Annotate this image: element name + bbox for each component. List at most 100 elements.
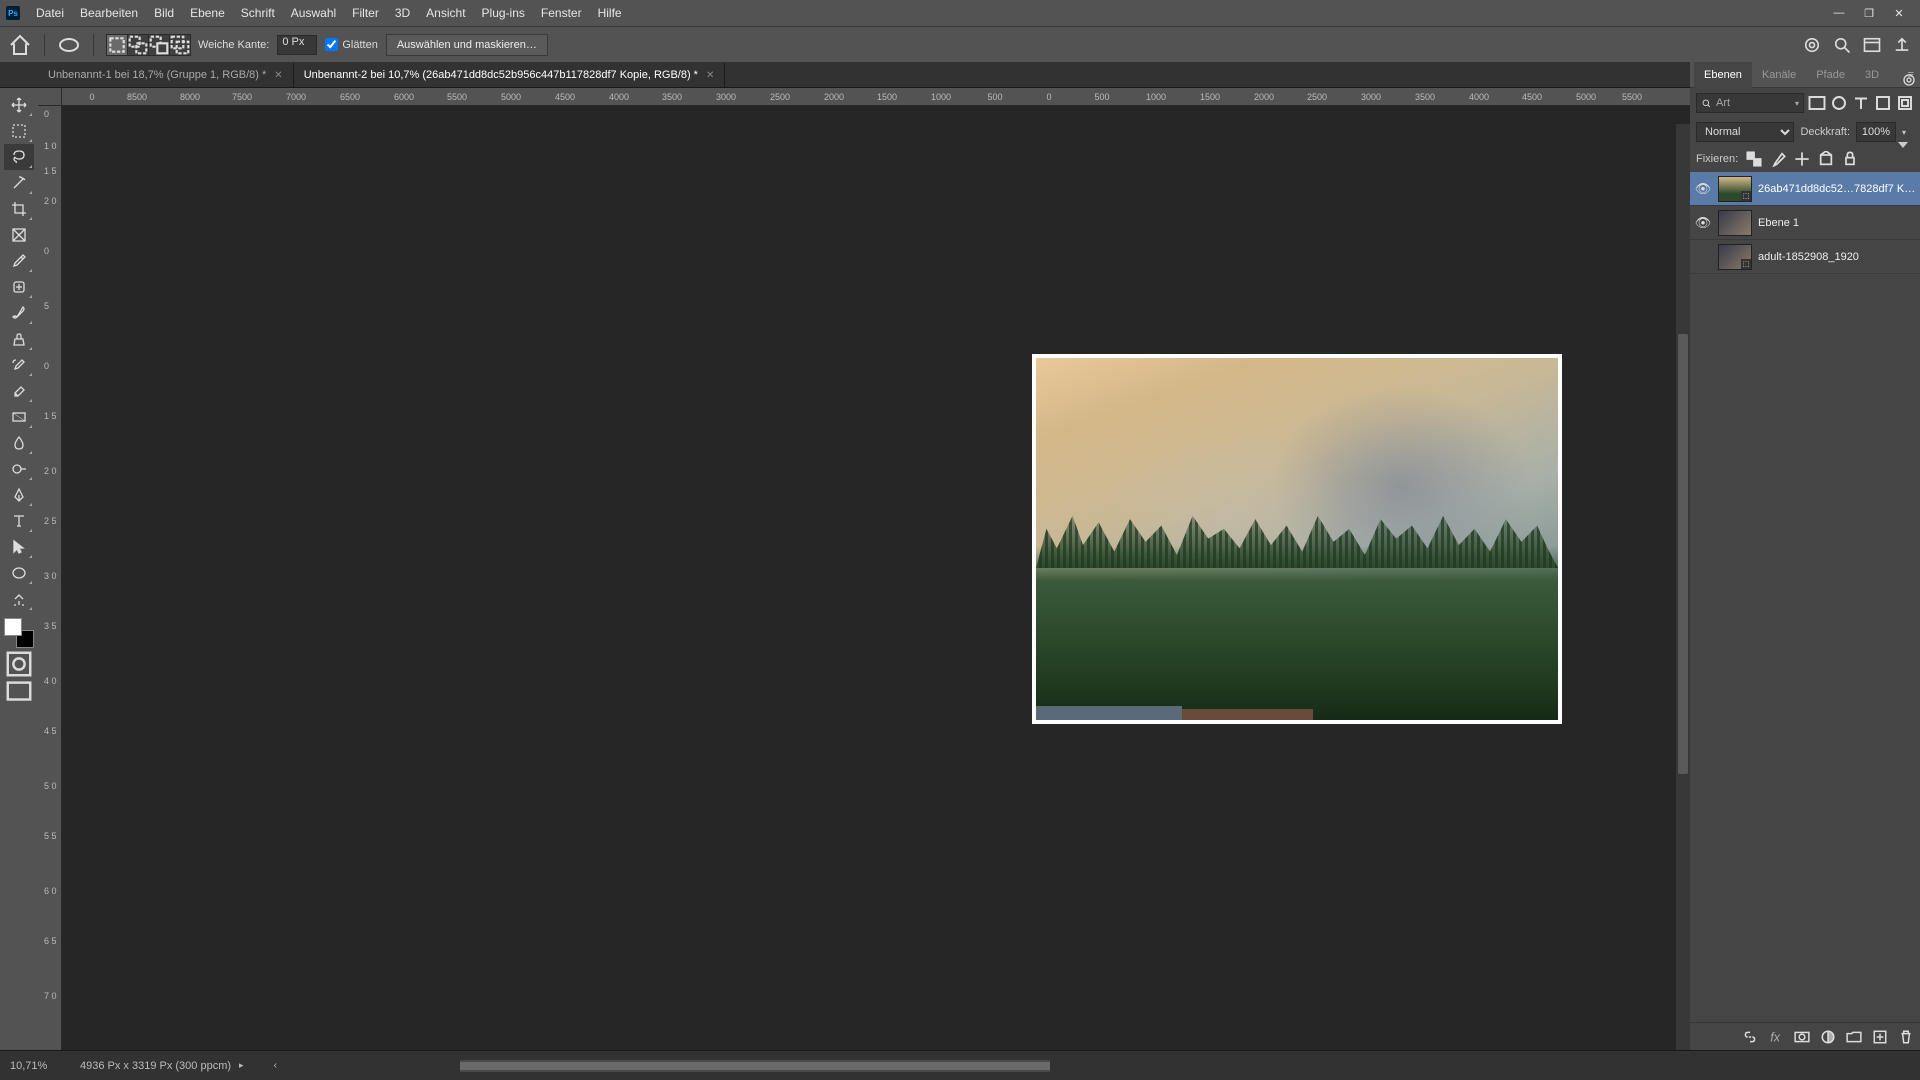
- panel-tab-ebenen[interactable]: Ebenen: [1694, 62, 1752, 88]
- menu-filter[interactable]: Filter: [344, 6, 387, 20]
- lock-position-icon[interactable]: [1794, 151, 1810, 167]
- hand-tool[interactable]: [4, 586, 34, 612]
- lock-all-icon[interactable]: [1842, 151, 1858, 167]
- lock-nested-icon[interactable]: [1818, 151, 1834, 167]
- dodge-tool[interactable]: [4, 456, 34, 482]
- cloud-docs-icon[interactable]: [1802, 35, 1822, 55]
- quick-mask-toggle[interactable]: [4, 652, 34, 676]
- window-close-button[interactable]: ✕: [1884, 7, 1914, 20]
- menu-bearbeiten[interactable]: Bearbeiten: [72, 6, 146, 20]
- window-restore-button[interactable]: ❐: [1854, 7, 1884, 20]
- crop-tool[interactable]: [4, 196, 34, 222]
- screen-mode-toggle[interactable]: [4, 680, 34, 704]
- color-swatches[interactable]: [4, 618, 34, 648]
- blend-mode-select[interactable]: Normal: [1696, 122, 1794, 142]
- canvas-image[interactable]: [1032, 354, 1562, 724]
- menu-auswahl[interactable]: Auswahl: [283, 6, 344, 20]
- filter-type-icon[interactable]: [1852, 94, 1870, 112]
- opacity-dropdown-arrow[interactable]: ▾: [1902, 128, 1914, 137]
- selection-intersect-button[interactable]: [169, 34, 191, 56]
- lock-pixels-icon[interactable]: [1770, 151, 1786, 167]
- layer-visibility-toggle[interactable]: 👁: [1694, 181, 1712, 197]
- history-brush-tool[interactable]: [4, 352, 34, 378]
- opacity-slider-handle[interactable]: [1898, 142, 1908, 148]
- magic-wand-tool[interactable]: [4, 170, 34, 196]
- horizontal-ruler[interactable]: 0850080007500700065006000550050004500400…: [62, 88, 1690, 106]
- selection-add-button[interactable]: [127, 34, 149, 56]
- path-selection-tool[interactable]: [4, 534, 34, 560]
- panel-tab-kanaele[interactable]: Kanäle: [1752, 62, 1806, 88]
- blur-tool[interactable]: [4, 430, 34, 456]
- layer-thumbnail[interactable]: ⬚: [1718, 244, 1752, 270]
- panel-tab-3d[interactable]: 3D: [1855, 62, 1889, 88]
- type-tool[interactable]: [4, 508, 34, 534]
- close-icon[interactable]: ✕: [706, 70, 714, 81]
- brush-tool[interactable]: [4, 300, 34, 326]
- eraser-tool[interactable]: [4, 378, 34, 404]
- antialias-checkbox[interactable]: [325, 38, 338, 51]
- clone-stamp-tool[interactable]: [4, 326, 34, 352]
- status-info-arrow[interactable]: ▸: [239, 1060, 244, 1071]
- healing-brush-tool[interactable]: [4, 274, 34, 300]
- share-icon[interactable]: [1892, 35, 1912, 55]
- workspace-icon[interactable]: [1862, 35, 1882, 55]
- move-tool[interactable]: [4, 92, 34, 118]
- layer-row-1[interactable]: 👁 Ebene 1: [1690, 206, 1920, 240]
- layer-thumbnail[interactable]: [1718, 210, 1752, 236]
- shape-tool[interactable]: [4, 560, 34, 586]
- menu-bild[interactable]: Bild: [146, 6, 182, 20]
- menu-fenster[interactable]: Fenster: [533, 6, 590, 20]
- ruler-origin[interactable]: [38, 88, 62, 106]
- lock-transparent-icon[interactable]: [1746, 151, 1762, 167]
- menu-plugins[interactable]: Plug-ins: [474, 6, 533, 20]
- marquee-tool[interactable]: [4, 118, 34, 144]
- menu-datei[interactable]: Datei: [28, 6, 72, 20]
- foreground-color[interactable]: [4, 618, 22, 636]
- status-zoom[interactable]: 10,71%: [10, 1060, 70, 1072]
- link-layers-icon[interactable]: [1742, 1029, 1758, 1045]
- lasso-tool[interactable]: [4, 144, 34, 170]
- canvas-vertical-scrollbar[interactable]: [1676, 124, 1690, 1050]
- layer-thumbnail[interactable]: ⬚: [1718, 176, 1752, 202]
- menu-ansicht[interactable]: Ansicht: [418, 6, 473, 20]
- filter-shape-icon[interactable]: [1874, 94, 1892, 112]
- layer-row-0[interactable]: 👁 ⬚ 26ab471dd8dc52…7828df7 Kopie: [1690, 172, 1920, 206]
- document-tab-2[interactable]: Unbenannt-2 bei 10,7% (26ab471dd8dc52b95…: [294, 63, 726, 87]
- layer-mask-icon[interactable]: [1794, 1029, 1810, 1045]
- adjustment-layer-icon[interactable]: [1820, 1029, 1836, 1045]
- menu-schrift[interactable]: Schrift: [233, 6, 283, 20]
- horizontal-scrollbar[interactable]: [460, 1060, 1050, 1072]
- tool-preset-dropdown[interactable]: [57, 33, 81, 57]
- filter-adjustment-icon[interactable]: [1830, 94, 1848, 112]
- filter-pixel-icon[interactable]: [1808, 94, 1826, 112]
- layer-row-2[interactable]: ⬚ adult-1852908_1920: [1690, 240, 1920, 274]
- collapsed-panel-icon[interactable]: [1901, 72, 1917, 93]
- canvas-area[interactable]: [62, 106, 1690, 1050]
- window-minimize-button[interactable]: —: [1824, 7, 1854, 19]
- home-button[interactable]: [8, 33, 32, 57]
- layer-name[interactable]: 26ab471dd8dc52…7828df7 Kopie: [1758, 183, 1916, 195]
- new-group-icon[interactable]: [1846, 1029, 1862, 1045]
- document-tab-1[interactable]: Unbenannt-1 bei 18,7% (Gruppe 1, RGB/8) …: [38, 63, 294, 87]
- menu-hilfe[interactable]: Hilfe: [590, 6, 630, 20]
- opacity-value[interactable]: 100%: [1856, 122, 1896, 142]
- layer-name[interactable]: adult-1852908_1920: [1758, 251, 1916, 263]
- new-layer-icon[interactable]: [1872, 1029, 1888, 1045]
- select-and-mask-button[interactable]: Auswählen und maskieren…: [386, 34, 548, 56]
- panel-tab-pfade[interactable]: Pfade: [1806, 62, 1855, 88]
- eyedropper-tool[interactable]: [4, 248, 34, 274]
- selection-new-button[interactable]: [106, 34, 128, 56]
- selection-subtract-button[interactable]: [148, 34, 170, 56]
- frame-tool[interactable]: [4, 222, 34, 248]
- menu-3d[interactable]: 3D: [387, 6, 418, 20]
- layer-style-icon[interactable]: fx: [1768, 1029, 1784, 1045]
- layer-filter-dropdown[interactable]: Art ▾: [1696, 93, 1804, 113]
- feather-input[interactable]: 0 Px: [277, 35, 317, 55]
- delete-layer-icon[interactable]: [1898, 1029, 1914, 1045]
- menu-ebene[interactable]: Ebene: [182, 6, 233, 20]
- pen-tool[interactable]: [4, 482, 34, 508]
- search-icon[interactable]: [1832, 35, 1852, 55]
- layer-name[interactable]: Ebene 1: [1758, 217, 1916, 229]
- gradient-tool[interactable]: [4, 404, 34, 430]
- layer-visibility-toggle[interactable]: 👁: [1694, 215, 1712, 231]
